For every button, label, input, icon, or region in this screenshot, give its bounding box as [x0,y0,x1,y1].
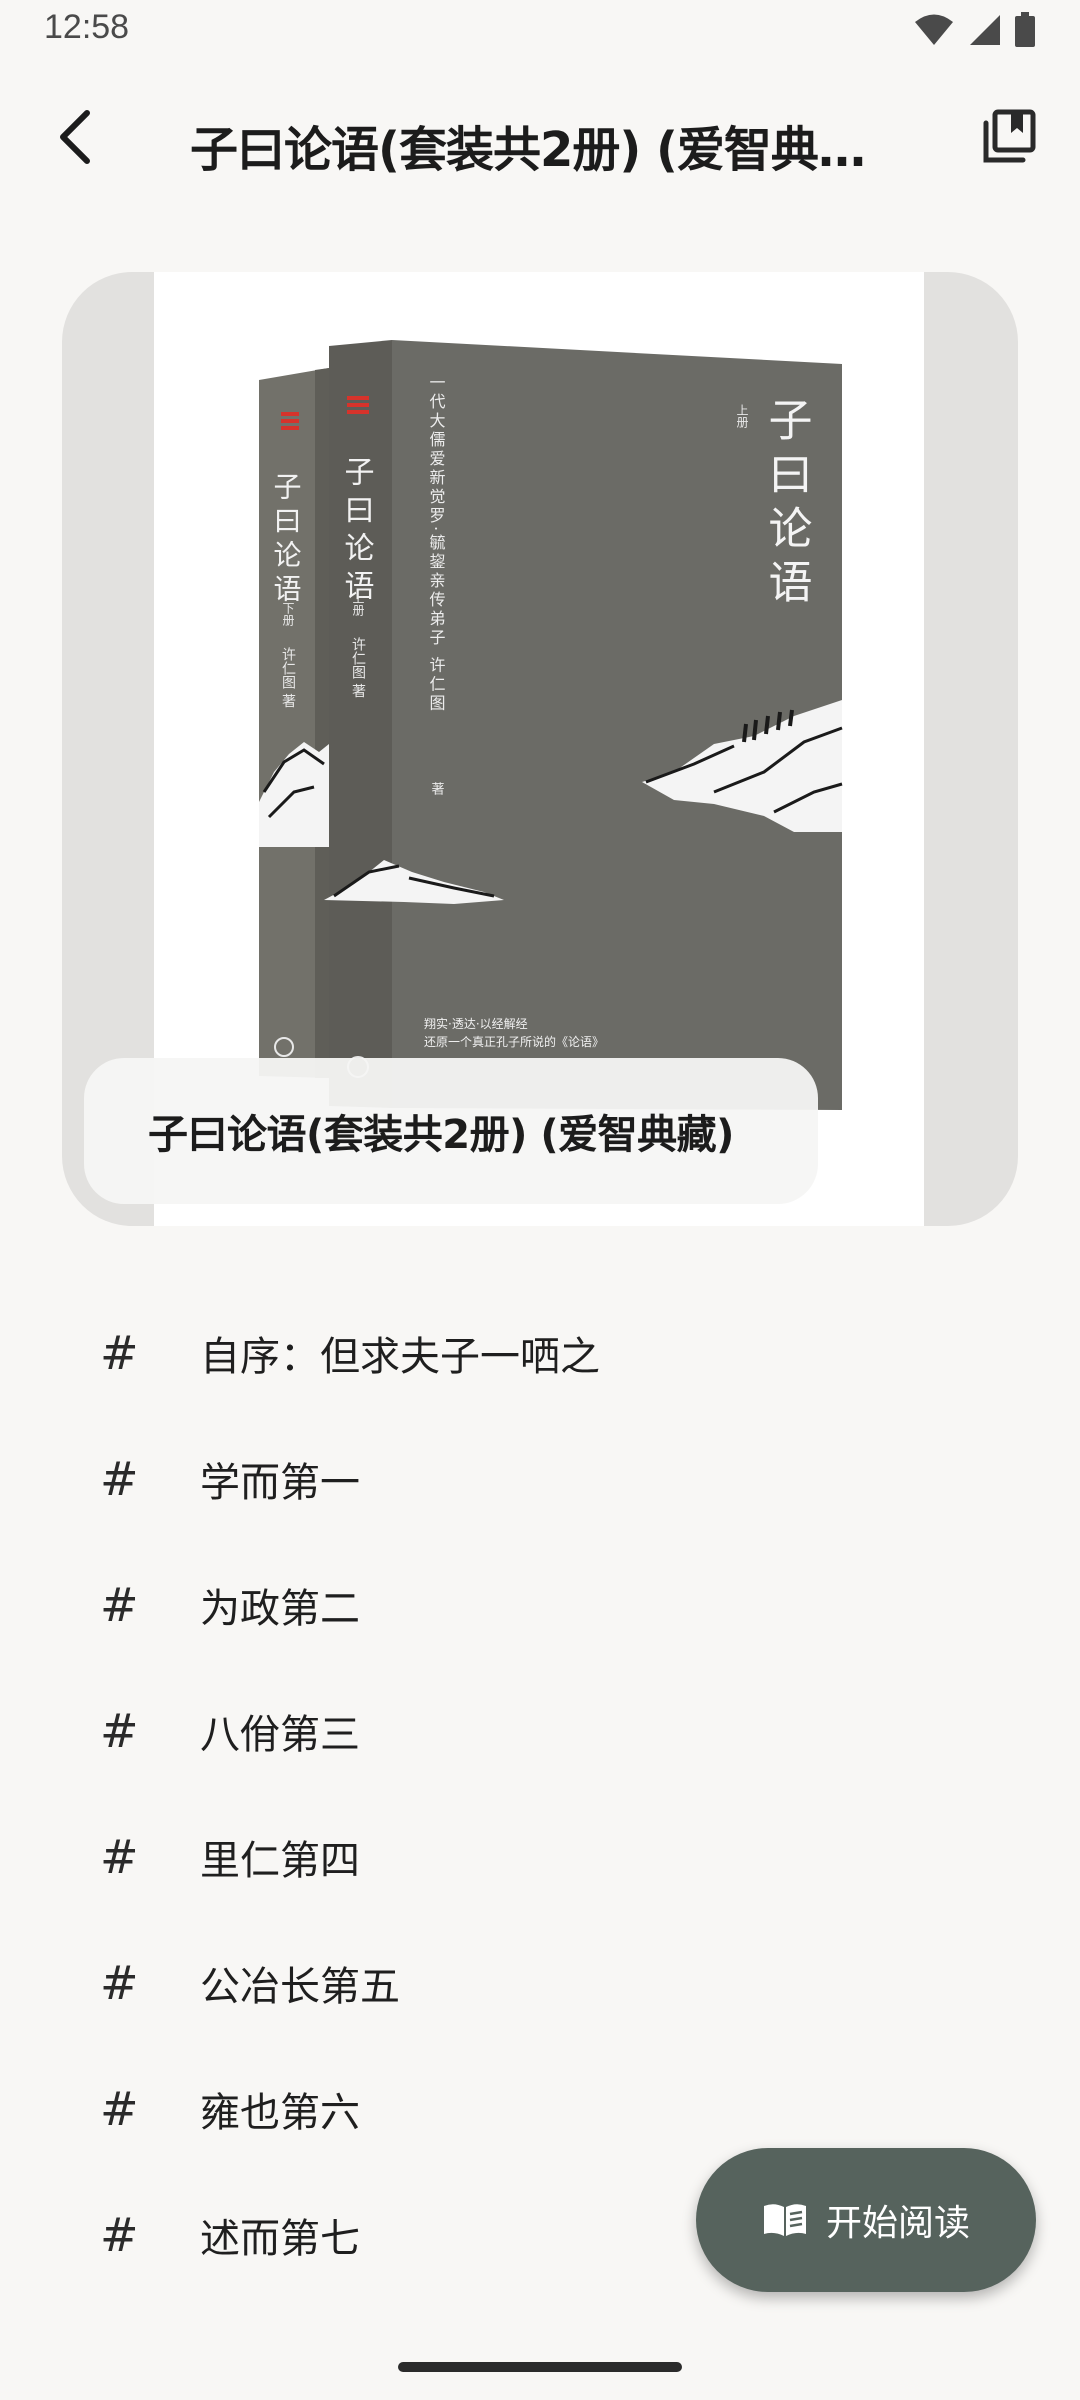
signal-icon [970,15,1000,45]
front-cover-title: 子曰论语 [761,397,812,613]
front-spine-title: 子曰论语 [339,456,374,608]
chapter-item[interactable]: # 里仁第四 [0,1794,1080,1920]
battery-icon [1015,12,1035,47]
front-spine-volume: 上册 [351,592,365,617]
chapter-label: 公冶长第五 [200,1964,400,2010]
book-detail-screen: 12:58 子曰论语(套装共2册) (爱智典藏) 子曰论语 下册 许仁图 著 子… [0,0,1080,2400]
library-icon [983,109,1036,163]
chapter-hash-icon: # [100,1452,139,1506]
chapter-label: 雍也第六 [200,2090,360,2136]
book-caption-title: 子曰论语(套装共2册) (爱智典藏) [148,1112,734,1158]
chapter-label: 为政第二 [200,1586,360,1632]
chapter-list: # 自序：但求夫子一哂之 # 学而第一 # 为政第二 # 八佾第三 # 里仁第四… [0,1290,1080,2298]
chapter-hash-icon: # [100,1830,139,1884]
front-cover-blurb-1: 翔实·透达·以经解经 [424,1016,528,1031]
front-cover-author-mark: 著 [429,782,445,796]
front-cover-blurb-2: 还原一个真正孔子所说的《论语》 [424,1034,604,1049]
chapter-hash-icon: # [100,2208,139,2262]
back-spine-volume: 下册 [281,602,295,627]
chapter-hash-icon: # [100,1578,139,1632]
book-cover-card[interactable]: 子曰论语 下册 许仁图 著 子曰论语 上册 许仁图 著 子曰论语 上册 一代大儒… [62,272,1018,1226]
back-arrow-icon [60,110,90,164]
chapter-label: 八佾第三 [200,1712,360,1758]
chapter-hash-icon: # [100,1956,139,2010]
gesture-navigation-bar[interactable] [398,2362,682,2372]
chapter-item[interactable]: # 公冶长第五 [0,1920,1080,2046]
chapter-item[interactable]: # 自序：但求夫子一哂之 [0,1290,1080,1416]
back-button[interactable] [40,102,110,172]
page-title: 子曰论语(套装共2册) (爱智典藏) [190,122,870,178]
book-caption: 子曰论语(套装共2册) (爱智典藏) [84,1058,818,1204]
wifi-icon [915,14,953,45]
front-cover-subtitle: 一代大儒爱新觉罗·毓鋆亲传弟子 许仁图 [427,374,446,713]
chapter-hash-icon: # [100,1704,139,1758]
chapter-hash-icon: # [100,1326,139,1380]
chapter-item[interactable]: # 学而第一 [0,1416,1080,1542]
front-spine-author: 许仁图 著 [350,637,366,698]
library-button[interactable] [974,102,1044,172]
chapter-label: 述而第七 [200,2216,360,2262]
chapter-label: 里仁第四 [200,1838,360,1884]
chapter-item[interactable]: # 八佾第三 [0,1668,1080,1794]
status-time: 12:58 [44,8,130,46]
app-bar: 子曰论语(套装共2册) (爱智典藏) [0,80,1080,200]
chapter-item[interactable]: # 为政第二 [0,1542,1080,1668]
status-bar: 12:58 [0,0,1080,62]
chapter-label: 自序：但求夫子一哂之 [200,1334,600,1380]
chapter-label: 学而第一 [200,1460,360,1506]
front-cover-volume: 上册 [735,404,749,429]
start-reading-label: 开始阅读 [825,2203,970,2244]
back-spine-author: 许仁图 著 [280,647,296,708]
back-spine-title: 子曰论语 [270,472,303,608]
start-reading-button[interactable]: 开始阅读 [696,2148,1036,2292]
chapter-hash-icon: # [100,2082,139,2136]
open-book-icon [763,2204,806,2236]
status-icons [914,12,1036,48]
